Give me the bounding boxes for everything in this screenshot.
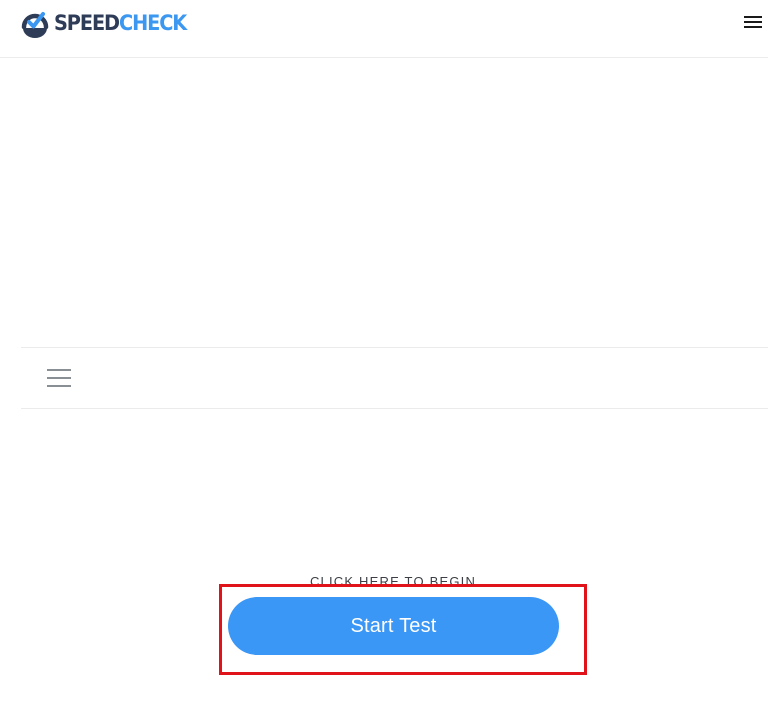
site-header: SPEEDCHECK	[0, 0, 768, 58]
secondary-navbar	[21, 347, 768, 409]
logo-text-speed: SPEED	[54, 10, 120, 35]
hamburger-menu-icon	[744, 16, 762, 28]
hamburger-menu-icon	[47, 369, 71, 387]
main-menu-button[interactable]	[742, 13, 764, 31]
page: SPEEDCHECK CLICK HERE TO BEGIN Start Tes…	[0, 0, 768, 722]
navbar-toggle-button[interactable]	[43, 364, 75, 392]
speedometer-check-icon	[21, 12, 49, 38]
start-test-button[interactable]: Start Test	[228, 597, 559, 655]
speedcheck-logo[interactable]: SPEEDCHECK	[20, 7, 198, 39]
logo-text: SPEEDCHECK	[54, 10, 187, 35]
logo-text-check: CHECK	[118, 10, 187, 35]
